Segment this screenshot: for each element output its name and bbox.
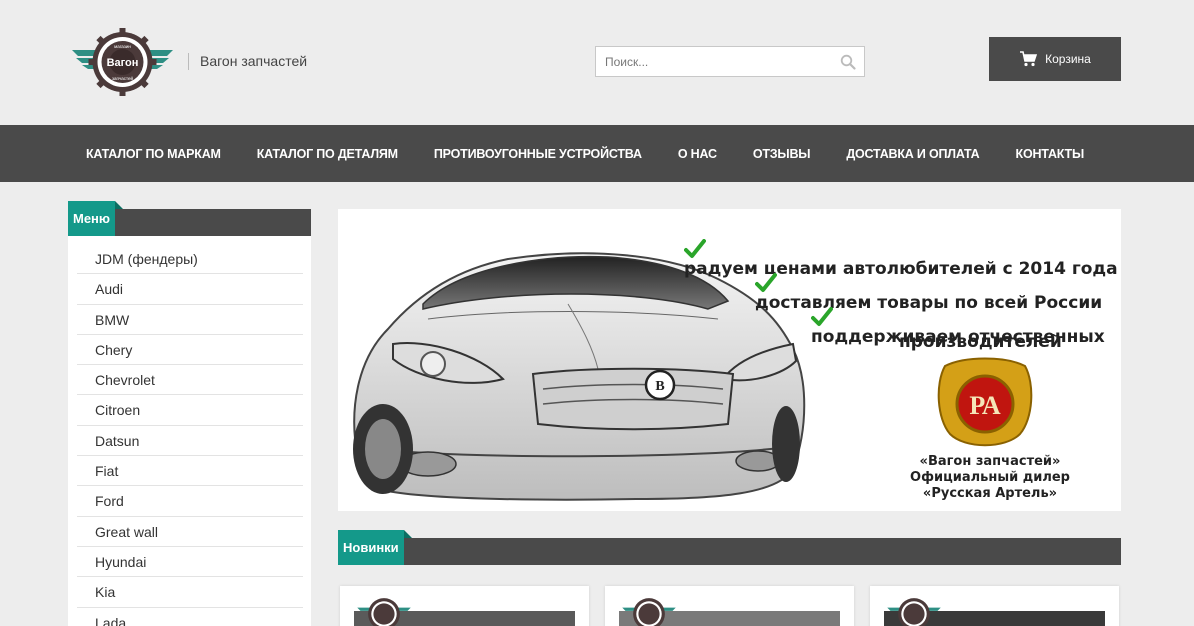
sidebar-item-chery[interactable]: Chery	[77, 335, 303, 366]
check-icon	[755, 273, 777, 292]
sidebar: Меню JDM (фендеры) Audi BMW Chery Chevro…	[68, 201, 311, 626]
sidebar-item-ford[interactable]: Ford	[77, 486, 303, 517]
new-products-header: Новинки	[338, 530, 1121, 565]
sidebar-item-citroen[interactable]: Citroen	[77, 395, 303, 426]
sidebar-item-kia[interactable]: Kia	[77, 577, 303, 608]
cart-icon	[1020, 51, 1038, 67]
logo-emblem-icon: Вагон магазин запчастей	[72, 28, 173, 96]
svg-text:Вагон: Вагон	[107, 57, 139, 69]
promo-banner[interactable]: B РА радуем ценами автолюбителей с 2014 …	[338, 209, 1121, 511]
product-card[interactable]	[340, 586, 589, 626]
main-nav: КАТАЛОГ ПО МАРКАМ КАТАЛОГ ПО ДЕТАЛЯМ ПРО…	[0, 125, 1194, 182]
sidebar-item-lada[interactable]: Lada	[77, 608, 303, 626]
product-card[interactable]	[870, 586, 1119, 626]
dealer-line-1: «Вагон запчастей»	[919, 454, 1061, 469]
sidebar-item-chevrolet[interactable]: Chevrolet	[77, 365, 303, 396]
dealer-line-3: «Русская Артель»	[922, 486, 1058, 501]
sidebar-item-great-wall[interactable]: Great wall	[77, 517, 303, 547]
sidebar-item-fiat[interactable]: Fiat	[77, 456, 303, 487]
logo-watermark-icon	[622, 598, 676, 626]
nav-anti-theft[interactable]: ПРОТИВОУГОННЫЕ УСТРОЙСТВА	[434, 147, 642, 161]
logo-watermark-icon	[887, 598, 941, 626]
nav-reviews[interactable]: ОТЗЫВЫ	[753, 147, 811, 161]
emblem-text: РА	[969, 391, 1001, 420]
dealer-line-2: Официальный дилер	[910, 470, 1070, 485]
header: Вагон магазин запчастей Вагон запчастей …	[0, 0, 1194, 125]
cart-button[interactable]: Корзина	[989, 37, 1121, 81]
sidebar-title: Меню	[68, 201, 124, 236]
sidebar-item-jdm[interactable]: JDM (фендеры)	[77, 244, 303, 275]
search-icon[interactable]	[840, 54, 856, 70]
search-box	[595, 46, 865, 77]
svg-text:магазин: магазин	[114, 44, 131, 49]
svg-text:запчастей: запчастей	[112, 75, 134, 81]
car-badge: B	[655, 379, 664, 394]
check-icon	[811, 307, 833, 326]
sidebar-item-datsun[interactable]: Datsun	[77, 426, 303, 457]
sidebar-item-bmw[interactable]: BMW	[77, 305, 303, 335]
sidebar-menu: JDM (фендеры) Audi BMW Chery Chevrolet C…	[68, 236, 311, 626]
banner-line-4: производителей	[899, 332, 1062, 352]
sidebar-item-audi[interactable]: Audi	[77, 274, 303, 305]
site-logo[interactable]: Вагон магазин запчастей	[70, 28, 175, 96]
nav-delivery-payment[interactable]: ДОСТАВКА И ОПЛАТА	[846, 147, 979, 161]
logo-watermark-icon	[357, 598, 411, 626]
nav-catalog-brands[interactable]: КАТАЛОГ ПО МАРКАМ	[86, 147, 221, 161]
check-icon	[684, 239, 706, 258]
sidebar-item-hyundai[interactable]: Hyundai	[77, 547, 303, 578]
nav-contacts[interactable]: КОНТАКТЫ	[1016, 147, 1085, 161]
new-products-title: Новинки	[338, 530, 412, 565]
product-card[interactable]	[605, 586, 854, 626]
nav-about[interactable]: О НАС	[678, 147, 717, 161]
cart-label: Корзина	[1045, 52, 1091, 66]
site-name: Вагон запчастей	[188, 53, 307, 70]
search-input[interactable]	[596, 47, 826, 76]
nav-catalog-parts[interactable]: КАТАЛОГ ПО ДЕТАЛЯМ	[257, 147, 398, 161]
sidebar-header: Меню	[68, 201, 311, 236]
